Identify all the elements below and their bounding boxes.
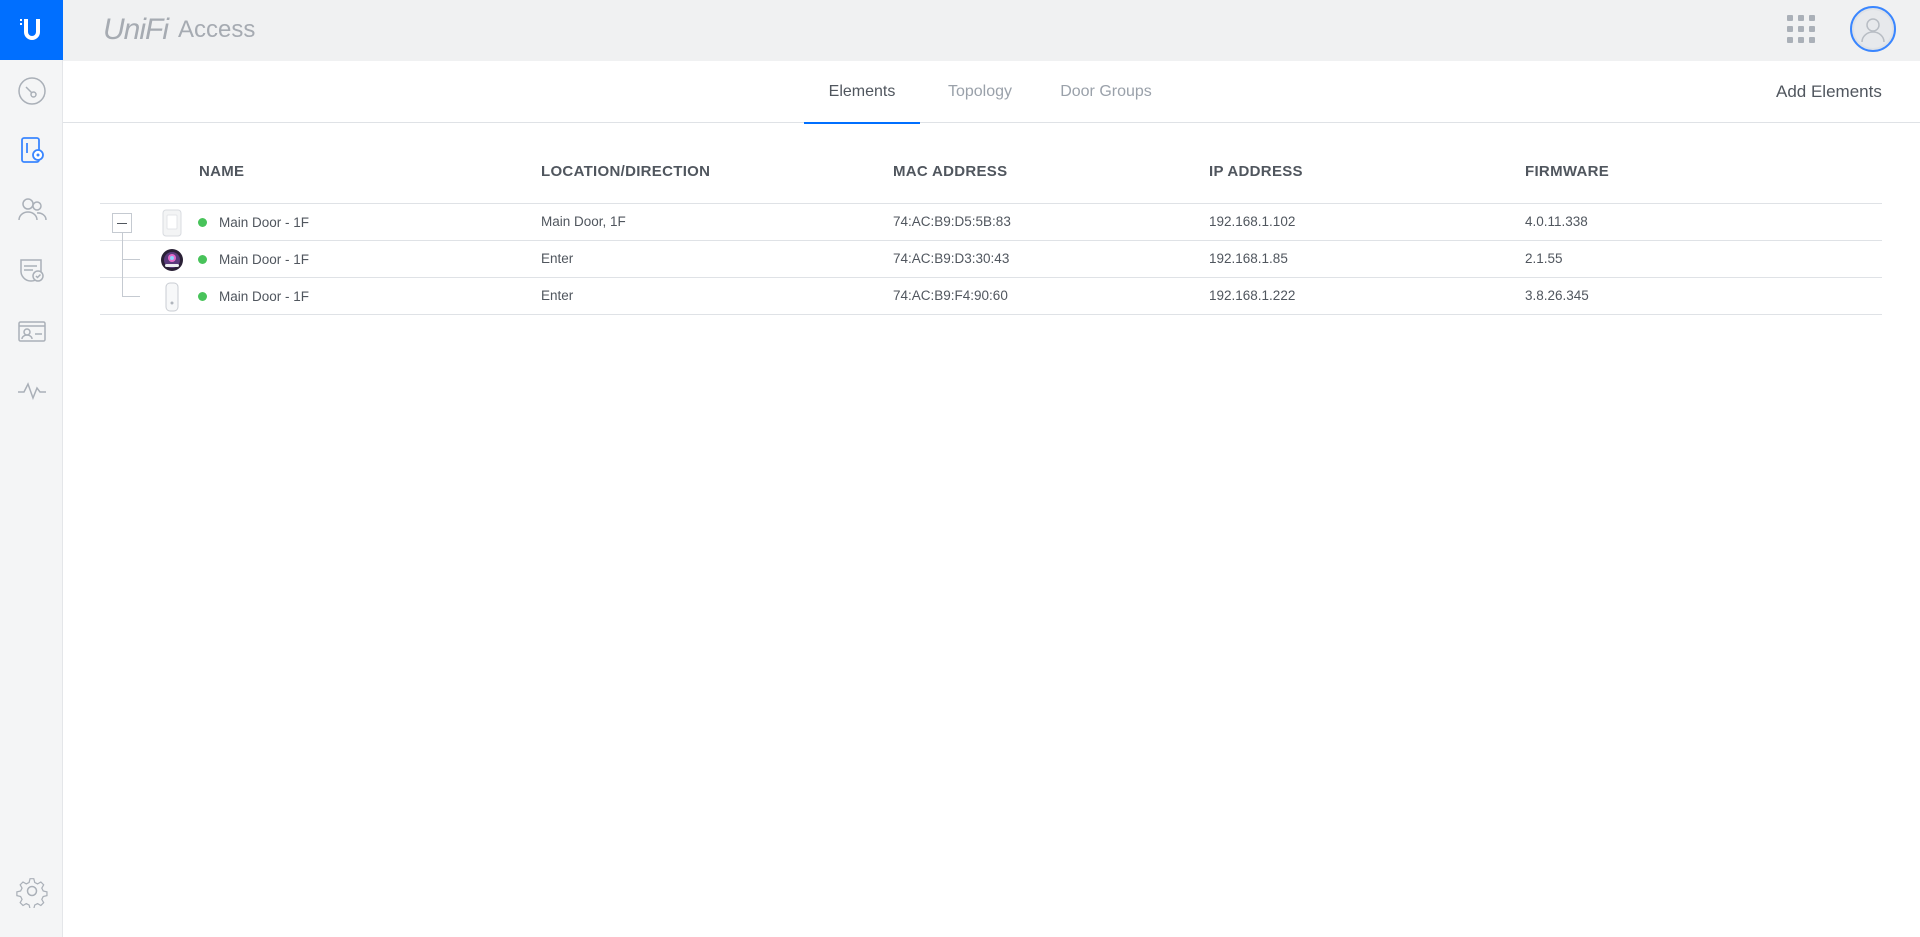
column-header-firmware[interactable]: FIRMWARE	[1525, 163, 1609, 180]
device-firmware: 3.8.26.345	[1525, 288, 1589, 303]
device-location: Enter	[541, 251, 574, 266]
device-name[interactable]: Main Door - 1F	[219, 252, 309, 267]
device-name[interactable]: Main Door - 1F	[219, 215, 309, 230]
device-location: Enter	[541, 288, 574, 303]
app-window: UniFi Access Elements Topology Door Grou…	[0, 0, 1920, 937]
tree-connector	[122, 296, 140, 297]
column-header-mac[interactable]: MAC ADDRESS	[893, 163, 1007, 180]
tree-connector	[122, 278, 123, 296]
ubiquiti-logo[interactable]	[0, 0, 63, 60]
credentials-icon	[17, 321, 46, 342]
column-header-ip[interactable]: IP ADDRESS	[1209, 163, 1303, 180]
tree-connector	[122, 259, 140, 260]
reader-pro-icon	[158, 245, 186, 275]
sidebar-item-settings[interactable]	[0, 866, 63, 916]
tab-topology[interactable]: Topology	[920, 61, 1040, 123]
device-name[interactable]: Main Door - 1F	[219, 289, 309, 304]
device-location: Main Door, 1F	[541, 214, 626, 229]
elements-table: NAME LOCATION/DIRECTION MAC ADDRESS IP A…	[100, 153, 1882, 315]
sidebar-item-policies[interactable]	[0, 245, 63, 295]
device-ip: 192.168.1.85	[1209, 251, 1288, 266]
sidebar-item-users[interactable]	[0, 185, 63, 235]
tree-connector	[122, 233, 123, 259]
device-firmware: 2.1.55	[1525, 251, 1563, 266]
tab-bar: Elements Topology Door Groups Add Elemen…	[63, 61, 1920, 124]
app-brand: UniFi Access	[103, 10, 255, 50]
sidebar-item-activity[interactable]	[0, 365, 63, 415]
sidebar-item-doors[interactable]	[0, 125, 63, 175]
column-header-location[interactable]: LOCATION/DIRECTION	[541, 163, 710, 180]
device-ip: 192.168.1.102	[1209, 214, 1296, 229]
tab-door-groups[interactable]: Door Groups	[1040, 61, 1172, 123]
collapse-toggle-button[interactable]	[112, 213, 132, 233]
sidebar	[0, 0, 63, 937]
access-hub-icon	[158, 208, 186, 238]
table-row[interactable]: Main Door - 1F Enter 74:AC:B9:F4:90:60 1…	[100, 278, 1882, 315]
activity-icon	[17, 382, 46, 401]
table-row[interactable]: Main Door - 1F Enter 74:AC:B9:D3:30:43 1…	[100, 233, 1882, 278]
app-switcher-icon[interactable]	[1787, 15, 1815, 43]
table-row[interactable]: Main Door - 1F Main Door, 1F 74:AC:B9:D5…	[100, 204, 1882, 241]
top-header: UniFi Access	[63, 0, 1920, 61]
device-mac: 74:AC:B9:D5:5B:83	[893, 214, 1011, 229]
reader-lite-icon	[158, 282, 186, 312]
device-ip: 192.168.1.222	[1209, 288, 1296, 303]
doors-icon	[20, 137, 44, 163]
brand-product: Access	[178, 16, 256, 43]
settings-icon	[15, 878, 48, 908]
table-header: NAME LOCATION/DIRECTION MAC ADDRESS IP A…	[100, 153, 1882, 204]
avatar[interactable]	[1850, 6, 1896, 52]
user-avatar-icon	[1854, 10, 1892, 48]
sidebar-item-credentials[interactable]	[0, 306, 63, 356]
status-online-dot	[198, 292, 207, 301]
ubiquiti-logo-icon	[19, 19, 40, 40]
tree-connector	[122, 259, 123, 278]
add-elements-button[interactable]: Add Elements	[1776, 61, 1882, 123]
status-online-dot	[198, 255, 207, 264]
sidebar-item-dashboard[interactable]	[0, 66, 63, 116]
brand-name: UniFi	[103, 13, 169, 46]
tab-elements[interactable]: Elements	[804, 61, 920, 124]
status-online-dot	[198, 218, 207, 227]
device-mac: 74:AC:B9:D3:30:43	[893, 251, 1010, 266]
column-header-name[interactable]: NAME	[199, 163, 244, 180]
device-firmware: 4.0.11.338	[1525, 214, 1588, 229]
policies-icon	[19, 259, 44, 282]
device-mac: 74:AC:B9:F4:90:60	[893, 288, 1008, 303]
users-icon	[17, 198, 47, 221]
dashboard-icon	[17, 77, 46, 105]
